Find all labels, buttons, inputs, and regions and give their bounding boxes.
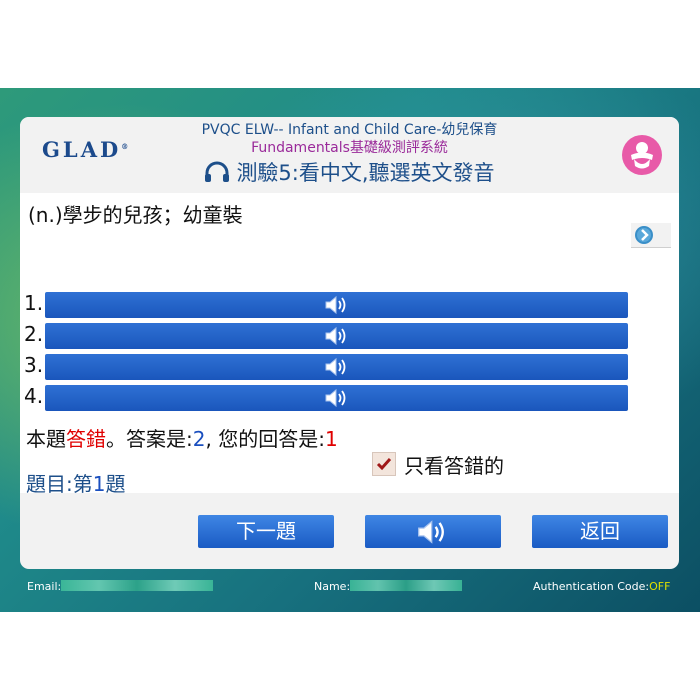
- question-number: 題目:第1題: [26, 472, 126, 496]
- wrong-only-checkbox[interactable]: [372, 452, 396, 476]
- footer-name: Name:: [314, 580, 463, 593]
- speaker-icon: [325, 295, 346, 315]
- speaker-icon: [418, 520, 444, 544]
- back-button[interactable]: 返回: [532, 515, 668, 548]
- auth-status: OFF: [649, 580, 671, 593]
- option-number: 2.: [24, 322, 44, 346]
- question-prompt: (n.)學步的兒孩；幼童裝: [28, 203, 243, 227]
- option-3-audio-button[interactable]: [45, 354, 628, 380]
- wrong-only-filter[interactable]: 只看答錯的: [372, 450, 504, 479]
- redacted-email: [61, 580, 214, 591]
- redacted-name: [350, 580, 463, 591]
- result-message: 本題答錯。答案是:2, 您的回答是:1: [26, 427, 338, 451]
- next-arrow-button[interactable]: [631, 223, 671, 248]
- headphones-icon: [205, 161, 230, 182]
- course-title: PVQC ELW-- Infant and Child Care-幼兒保育: [201, 122, 498, 138]
- your-answer: 1: [324, 427, 338, 451]
- result-status: 答錯: [66, 427, 106, 451]
- footer-auth: Authentication Code:OFF: [533, 580, 671, 593]
- next-question-button[interactable]: 下一題: [198, 515, 334, 548]
- option-2-audio-button[interactable]: [45, 323, 628, 349]
- speaker-icon: [325, 326, 346, 346]
- option-4-audio-button[interactable]: [45, 385, 628, 411]
- option-1-audio-button[interactable]: [45, 292, 628, 318]
- header: GLAD® PVQC ELW-- Infant and Child Care-幼…: [20, 117, 679, 193]
- option-number: 4.: [24, 384, 44, 408]
- option-number: 1.: [24, 291, 44, 315]
- correct-answer: 2: [192, 427, 206, 451]
- wrong-only-label: 只看答錯的: [404, 454, 504, 478]
- course-subtitle: Fundamentals基礎級測評系統: [251, 140, 448, 156]
- checkmark-icon: [376, 458, 392, 471]
- footer-email: Email:: [27, 580, 214, 593]
- chevron-right-icon: [635, 226, 653, 244]
- play-audio-button[interactable]: [365, 515, 501, 548]
- speaker-icon: [325, 388, 346, 408]
- speaker-icon: [325, 357, 346, 377]
- baby-icon: [622, 135, 662, 175]
- test-title: 測驗5:看中文,聽選英文發音: [20, 157, 679, 187]
- main-panel: GLAD® PVQC ELW-- Infant and Child Care-幼…: [20, 117, 679, 569]
- option-number: 3.: [24, 353, 44, 377]
